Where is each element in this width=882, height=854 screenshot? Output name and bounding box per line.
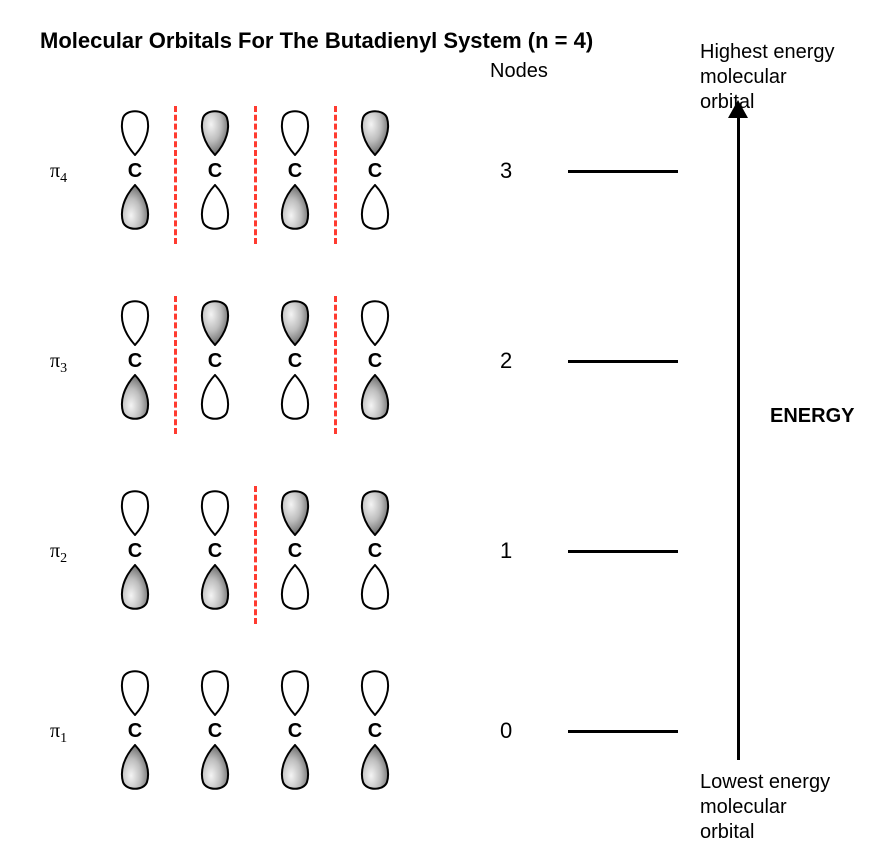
orbital-group: CCCC (110, 100, 430, 250)
nodal-plane-line (334, 106, 337, 244)
orbital-column: C (350, 100, 400, 250)
p-orbital-lobe-bottom (199, 374, 231, 424)
orbital-column: C (190, 290, 240, 440)
p-orbital-lobe-bottom (359, 564, 391, 614)
orbital-column: C (190, 480, 240, 630)
p-orbital-lobe-bottom (359, 374, 391, 424)
node-count: 2 (500, 348, 512, 374)
orbital-column: C (270, 660, 320, 810)
carbon-atom-label: C (110, 540, 160, 563)
pi-label: π3 (50, 350, 67, 377)
p-orbital-lobe-bottom (199, 564, 231, 614)
orbital-column: C (350, 480, 400, 630)
nodal-plane-line (254, 106, 257, 244)
p-orbital-lobe-top (279, 106, 311, 156)
p-orbital-lobe-top (279, 296, 311, 346)
orbital-row: π1 0 C C C C (0, 660, 882, 810)
p-orbital-lobe-bottom (279, 564, 311, 614)
pi-label: π4 (50, 160, 67, 187)
p-orbital-lobe-bottom (119, 564, 151, 614)
p-orbital-lobe-top (359, 296, 391, 346)
orbital-column: C (110, 290, 160, 440)
orbital-column: C (110, 660, 160, 810)
p-orbital-lobe-bottom (199, 184, 231, 234)
p-orbital-lobe-bottom (279, 184, 311, 234)
p-orbital-lobe-top (119, 296, 151, 346)
orbital-column: C (270, 100, 320, 250)
carbon-atom-label: C (350, 720, 400, 743)
orbital-column: C (350, 290, 400, 440)
orbital-column: C (190, 660, 240, 810)
p-orbital-lobe-bottom (119, 374, 151, 424)
energy-level-line (568, 730, 678, 733)
carbon-atom-label: C (110, 720, 160, 743)
p-orbital-lobe-top (199, 486, 231, 536)
orbital-column: C (270, 480, 320, 630)
carbon-atom-label: C (350, 160, 400, 183)
p-orbital-lobe-bottom (359, 744, 391, 794)
lowest-l3: orbital (700, 821, 754, 843)
p-orbital-lobe-top (199, 296, 231, 346)
orbital-group: CCCC (110, 480, 430, 630)
p-orbital-lobe-top (279, 486, 311, 536)
carbon-atom-label: C (270, 720, 320, 743)
nodal-plane-line (174, 106, 177, 244)
carbon-atom-label: C (270, 540, 320, 563)
nodes-header: Nodes (490, 60, 548, 83)
p-orbital-lobe-top (279, 666, 311, 716)
pi-label: π1 (50, 720, 67, 747)
carbon-atom-label: C (270, 350, 320, 373)
nodal-plane-line (254, 486, 257, 624)
node-count: 0 (500, 718, 512, 744)
p-orbital-lobe-bottom (119, 744, 151, 794)
carbon-atom-label: C (350, 350, 400, 373)
orbital-row: π2 1 C C C C (0, 480, 882, 630)
highest-l2: molecular (700, 66, 787, 88)
energy-level-line (568, 170, 678, 173)
orbital-column: C (110, 480, 160, 630)
orbital-column: C (190, 100, 240, 250)
p-orbital-lobe-bottom (279, 744, 311, 794)
diagram-title: Molecular Orbitals For The Butadienyl Sy… (40, 28, 593, 54)
orbital-column: C (350, 660, 400, 810)
orbital-column: C (110, 100, 160, 250)
orbital-group: CCCC (110, 290, 430, 440)
p-orbital-lobe-bottom (119, 184, 151, 234)
p-orbital-lobe-top (199, 666, 231, 716)
p-orbital-lobe-top (359, 486, 391, 536)
p-orbital-lobe-bottom (199, 744, 231, 794)
p-orbital-lobe-top (119, 666, 151, 716)
energy-level-line (568, 360, 678, 363)
p-orbital-lobe-top (199, 106, 231, 156)
orbital-row: π3 2 C C C C (0, 290, 882, 440)
orbital-column: C (270, 290, 320, 440)
carbon-atom-label: C (110, 350, 160, 373)
carbon-atom-label: C (190, 720, 240, 743)
p-orbital-lobe-bottom (359, 184, 391, 234)
highest-l1: Highest energy (700, 41, 835, 63)
carbon-atom-label: C (190, 540, 240, 563)
carbon-atom-label: C (190, 350, 240, 373)
carbon-atom-label: C (270, 160, 320, 183)
pi-label: π2 (50, 540, 67, 567)
p-orbital-lobe-top (359, 106, 391, 156)
carbon-atom-label: C (350, 540, 400, 563)
diagram-root: { "title": "Molecular Orbitals For The B… (0, 0, 882, 854)
carbon-atom-label: C (190, 160, 240, 183)
nodal-plane-line (174, 296, 177, 434)
p-orbital-lobe-top (119, 486, 151, 536)
node-count: 1 (500, 538, 512, 564)
nodal-plane-line (334, 296, 337, 434)
carbon-atom-label: C (110, 160, 160, 183)
node-count: 3 (500, 158, 512, 184)
energy-level-line (568, 550, 678, 553)
p-orbital-lobe-top (359, 666, 391, 716)
p-orbital-lobe-bottom (279, 374, 311, 424)
p-orbital-lobe-top (119, 106, 151, 156)
orbital-group: CCCC (110, 660, 430, 810)
orbital-row: π4 3 C C C C (0, 100, 882, 250)
